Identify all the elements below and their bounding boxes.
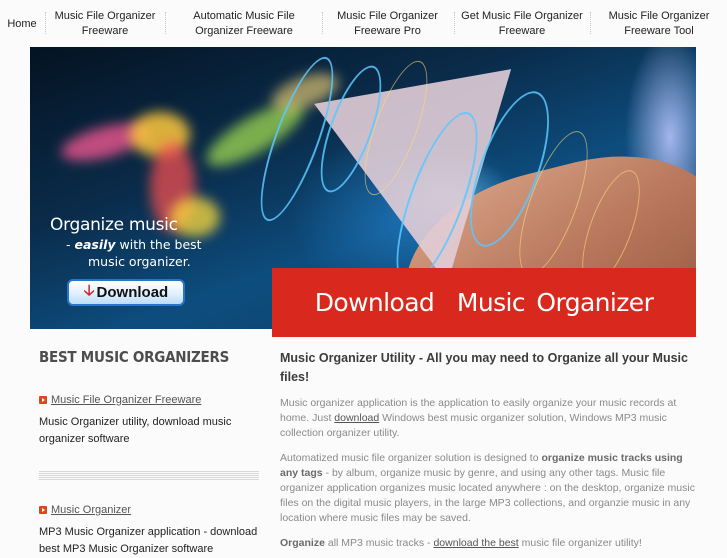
play-bullet-icon: [39, 506, 47, 514]
sidebar-item-description: Music Organizer utility, download music …: [39, 416, 232, 445]
banner-headline: Organize music: [50, 215, 178, 235]
banner-subline-emphasis: easily: [74, 237, 116, 252]
nav-separator: [45, 12, 46, 34]
top-navigation: Home Music File Organizer Freeware Autom…: [0, 0, 727, 45]
paragraph-text: music file organizer utility!: [518, 537, 642, 549]
download-music-organizer-cta[interactable]: Download Music Organizer: [272, 268, 696, 337]
nav-item-automatic-music-file-organizer-freeware[interactable]: Automatic Music File Organizer Freeware: [180, 8, 308, 40]
nav-separator: [322, 12, 323, 34]
nav-item-get-music-file-organizer-freeware[interactable]: Get Music File Organizer Freeware: [460, 8, 584, 40]
main-title: Music Organizer Utility - All you may ne…: [280, 351, 688, 384]
paragraph-text: all MP3 music tracks -: [324, 537, 434, 549]
nav-separator: [590, 12, 591, 34]
nav-separator: [165, 12, 166, 34]
sidebar-divider: [39, 470, 259, 480]
download-button-label: Download: [96, 284, 169, 301]
banner-subline-2: music organizer.: [88, 254, 191, 269]
banner-download-button[interactable]: 🡣 Download: [67, 279, 185, 306]
sidebar-item: Music File Organizer Freeware: [39, 394, 261, 406]
nav-item-music-file-organizer-freeware[interactable]: Music File Organizer Freeware: [50, 8, 160, 40]
banner-subline: - easily with the best: [66, 237, 202, 252]
features-paragraph: Automatized music file organizer solutio…: [280, 451, 700, 526]
main-content: Music Organizer Utility - All you may ne…: [280, 349, 700, 551]
paragraph-text: - by album, organize music by genre, and…: [280, 467, 695, 524]
sidebar-link-music-file-organizer-freeware[interactable]: Music File Organizer Freeware: [51, 394, 201, 406]
nav-item-music-file-organizer-freeware-pro[interactable]: Music File Organizer Freeware Pro: [330, 8, 445, 40]
sidebar-link-music-organizer[interactable]: Music Organizer: [51, 504, 131, 516]
download-link[interactable]: download: [334, 412, 379, 424]
play-bullet-icon: [39, 396, 47, 404]
download-the-best-link[interactable]: download the best: [433, 537, 518, 549]
sidebar-item: Music Organizer: [39, 504, 261, 516]
paragraph-text: Automatized music file organizer solutio…: [280, 452, 542, 464]
intro-paragraph: Music organizer application is the appli…: [280, 396, 700, 441]
paragraph-bold-text: Organize: [280, 537, 325, 549]
call-to-action-paragraph: Organize all MP3 music tracks - download…: [280, 536, 700, 551]
sidebar-item-description: MP3 Music Organizer application - downlo…: [39, 526, 258, 555]
sidebar: BEST MUSIC ORGANIZERS Music File Organiz…: [39, 348, 261, 558]
banner-subline-suffix: with the best: [115, 237, 202, 252]
sidebar-title: BEST MUSIC ORGANIZERS: [39, 348, 230, 366]
banner-tagline: Organize music - easily with the best mu…: [50, 215, 202, 269]
nav-separator: [454, 12, 455, 34]
nav-item-home[interactable]: Home: [4, 8, 40, 40]
cta-label: Download Music Organizer: [314, 288, 654, 317]
download-arrow-icon: 🡣: [83, 282, 95, 299]
nav-item-music-file-organizer-freeware-tool[interactable]: Music File Organizer Freeware Tool: [600, 8, 718, 40]
